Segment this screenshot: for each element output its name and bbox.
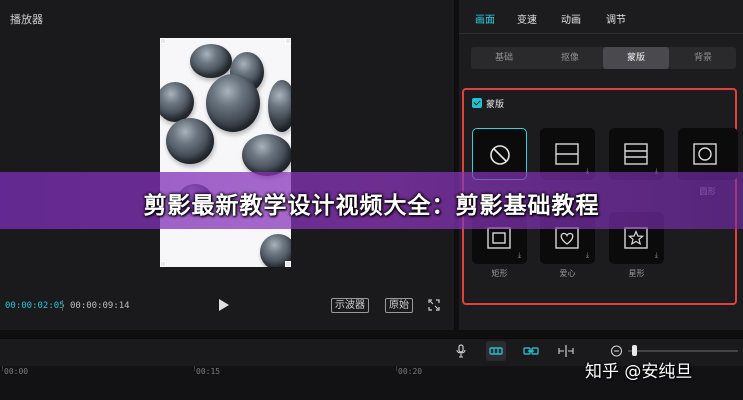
tab-animation[interactable]: 动画 bbox=[561, 11, 581, 26]
preview-blob bbox=[160, 82, 194, 122]
split-icon[interactable] bbox=[558, 344, 574, 358]
download-icon: ⤓ bbox=[517, 251, 521, 259]
mask-checkbox-label: 蒙版 bbox=[486, 100, 505, 110]
tab-picture[interactable]: 画面 bbox=[475, 11, 495, 26]
tab-adjust[interactable]: 调节 bbox=[606, 11, 626, 26]
mask-checkbox[interactable] bbox=[472, 98, 482, 108]
ruler-tick bbox=[396, 366, 397, 371]
magnet-icon bbox=[489, 347, 503, 355]
scope-button[interactable]: 示波器 bbox=[331, 298, 369, 313]
fullscreen-icon[interactable] bbox=[428, 299, 440, 311]
zoom-slider-track[interactable] bbox=[628, 350, 738, 352]
time-separator bbox=[62, 300, 63, 311]
ruler-label: 00:15 bbox=[196, 367, 221, 376]
link-icon[interactable] bbox=[523, 344, 539, 358]
current-time: 00:00:02:05 bbox=[5, 301, 65, 311]
download-icon: ⤓ bbox=[585, 251, 589, 259]
preview-blob bbox=[190, 44, 232, 78]
banner-title: 剪影最新教学设计视频大全：剪影基础教程 bbox=[143, 193, 600, 219]
preview-blob bbox=[268, 80, 291, 132]
mask-option-label: 星形 bbox=[628, 269, 645, 278]
microphone-icon[interactable] bbox=[455, 344, 467, 358]
linear-mask-icon bbox=[555, 143, 579, 165]
video-preview[interactable] bbox=[160, 38, 291, 267]
corner-handle[interactable] bbox=[285, 38, 291, 44]
total-time: 00:00:09:14 bbox=[70, 301, 130, 311]
mirror-mask-icon bbox=[624, 143, 648, 165]
ruler-tick bbox=[2, 366, 3, 371]
ruler-label: 00:20 bbox=[398, 367, 423, 376]
subtab-background[interactable]: 背景 bbox=[670, 47, 736, 69]
download-icon: ⤓ bbox=[654, 251, 658, 259]
main-tabs: 画面 变速 动画 调节 bbox=[459, 0, 743, 34]
corner-handle[interactable] bbox=[160, 38, 166, 44]
preview-blob bbox=[166, 118, 214, 164]
player-title: 播放器 bbox=[10, 13, 43, 26]
preview-blob bbox=[242, 134, 291, 176]
subtab-basic[interactable]: 基础 bbox=[471, 47, 537, 69]
corner-handle[interactable] bbox=[285, 261, 291, 267]
title-banner: 剪影最新教学设计视频大全：剪影基础教程 bbox=[0, 172, 743, 229]
circle-mask-icon bbox=[693, 143, 717, 165]
subtab-keying[interactable]: 抠像 bbox=[537, 47, 603, 69]
watermark: 知乎 @安纯旦 bbox=[585, 362, 693, 382]
play-button[interactable] bbox=[219, 299, 229, 311]
player-panel: 播放器 00:00:02:05 00:00:09:14 示波器 原始 bbox=[0, 0, 455, 330]
corner-handle[interactable] bbox=[160, 261, 166, 267]
subtab-mask[interactable]: 蒙版 bbox=[603, 47, 669, 69]
zoom-out-icon[interactable] bbox=[610, 344, 623, 358]
zoom-slider-handle[interactable] bbox=[632, 345, 637, 356]
preview-blob bbox=[206, 74, 260, 132]
sub-tabs: 基础 抠像 蒙版 背景 bbox=[471, 47, 736, 69]
none-icon bbox=[490, 145, 510, 165]
tab-speed[interactable]: 变速 bbox=[517, 11, 537, 26]
ruler-label: 00:00 bbox=[4, 367, 29, 376]
mask-option-label: 矩形 bbox=[491, 269, 508, 278]
mask-option-label: 爱心 bbox=[559, 269, 576, 278]
original-button[interactable]: 原始 bbox=[385, 298, 413, 313]
ruler-tick bbox=[194, 366, 195, 371]
